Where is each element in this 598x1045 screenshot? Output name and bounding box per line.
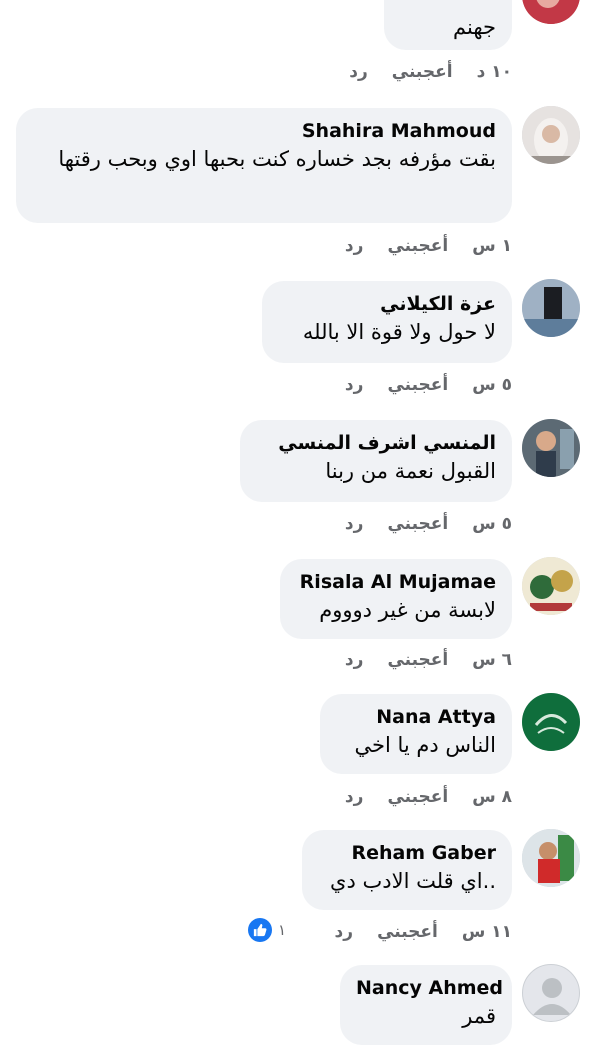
comment-actions: ٥ س أعجبني رد (345, 375, 512, 395)
comment-bubble[interactable]: Nancy Ahmed قمر (340, 965, 512, 1045)
avatar[interactable] (522, 279, 580, 337)
comment-time: ١١ س (461, 922, 512, 942)
comment-text: القبول نعمة من ربنا (325, 459, 496, 483)
comment-actions: ٥ س أعجبني رد (345, 514, 512, 534)
comment-bubble[interactable]: Nana Attya الناس دم يا اخي (320, 694, 512, 774)
like-button[interactable]: أعجبني (387, 514, 448, 534)
commenter-name[interactable]: المنسي اشرف المنسي (256, 430, 496, 456)
commenter-name[interactable]: Nancy Ahmed (356, 975, 503, 1001)
comment-bubble[interactable]: Risala Al Mujamae لابسة من غير دوووم (280, 559, 512, 639)
reply-button[interactable]: رد (345, 236, 364, 256)
like-button[interactable]: أعجبني (387, 236, 448, 256)
like-button[interactable]: أعجبني (387, 787, 448, 807)
reply-button[interactable]: رد (345, 514, 364, 534)
reply-button[interactable]: رد (335, 922, 354, 942)
like-button[interactable]: أعجبني (387, 375, 448, 395)
comment-time: ٥ س (472, 514, 512, 534)
comment-actions: ٨ س أعجبني رد (345, 787, 512, 807)
comment-text: لابسة من غير دوووم (319, 598, 496, 622)
avatar[interactable] (522, 419, 580, 477)
like-button[interactable]: أعجبني (377, 922, 438, 942)
commenter-name[interactable]: Risala Al Mujamae (296, 569, 496, 595)
commenter-name[interactable]: Reham Gaber (318, 840, 496, 866)
avatar[interactable] (522, 106, 580, 164)
comment-actions: ١١ س أعجبني رد (335, 922, 512, 942)
commenter-name[interactable]: عزة الكيلاني (278, 291, 496, 317)
reaction-summary[interactable]: ١ (248, 918, 286, 942)
commenter-name[interactable]: Nana Attya (336, 704, 496, 730)
avatar[interactable] (522, 829, 580, 887)
reply-button[interactable]: رد (345, 787, 364, 807)
like-button[interactable]: أعجبني (387, 650, 448, 670)
comment-bubble[interactable]: جهنم (384, 0, 512, 50)
like-button[interactable]: أعجبني (392, 62, 453, 82)
avatar[interactable] (522, 0, 580, 24)
comment-time: ٦ س (472, 650, 512, 670)
comment-text: ..اي قلت الادب دي (330, 869, 496, 893)
comment-bubble[interactable]: المنسي اشرف المنسي القبول نعمة من ربنا (240, 420, 512, 502)
comment-time: ٥ س (472, 375, 512, 395)
reaction-count: ١ (278, 921, 287, 939)
comment-time: ١٠ د (476, 62, 512, 82)
comment-time: ٨ س (472, 787, 512, 807)
avatar[interactable] (522, 693, 580, 751)
comment-actions: ٦ س أعجبني رد (345, 650, 512, 670)
comment-bubble[interactable]: عزة الكيلاني لا حول ولا قوة الا بالله (262, 281, 512, 363)
comment-bubble[interactable]: Shahira Mahmoud بقت مؤرفه بجد خساره كنت … (16, 108, 512, 223)
comment-time: ١ س (472, 236, 512, 256)
comment-actions: ١ س أعجبني رد (345, 236, 512, 256)
comment-text: لا حول ولا قوة الا بالله (302, 320, 496, 344)
comment-text: الناس دم يا اخي (354, 733, 496, 757)
reply-button[interactable]: رد (349, 62, 368, 82)
avatar[interactable] (522, 557, 580, 615)
comment-text: بقت مؤرفه بجد خساره كنت بحبها اوي وبحب ر… (58, 147, 496, 171)
reply-button[interactable]: رد (345, 650, 364, 670)
comment-bubble[interactable]: Reham Gaber ..اي قلت الادب دي (302, 830, 512, 910)
default-avatar-icon[interactable] (522, 964, 580, 1022)
thumbs-up-icon (248, 918, 272, 942)
commenter-name[interactable]: Shahira Mahmoud (32, 118, 496, 144)
comment-text: قمر (462, 1004, 496, 1028)
comment-actions: ١٠ د أعجبني رد (349, 62, 512, 82)
comment-text: جهنم (453, 15, 496, 39)
reply-button[interactable]: رد (345, 375, 364, 395)
